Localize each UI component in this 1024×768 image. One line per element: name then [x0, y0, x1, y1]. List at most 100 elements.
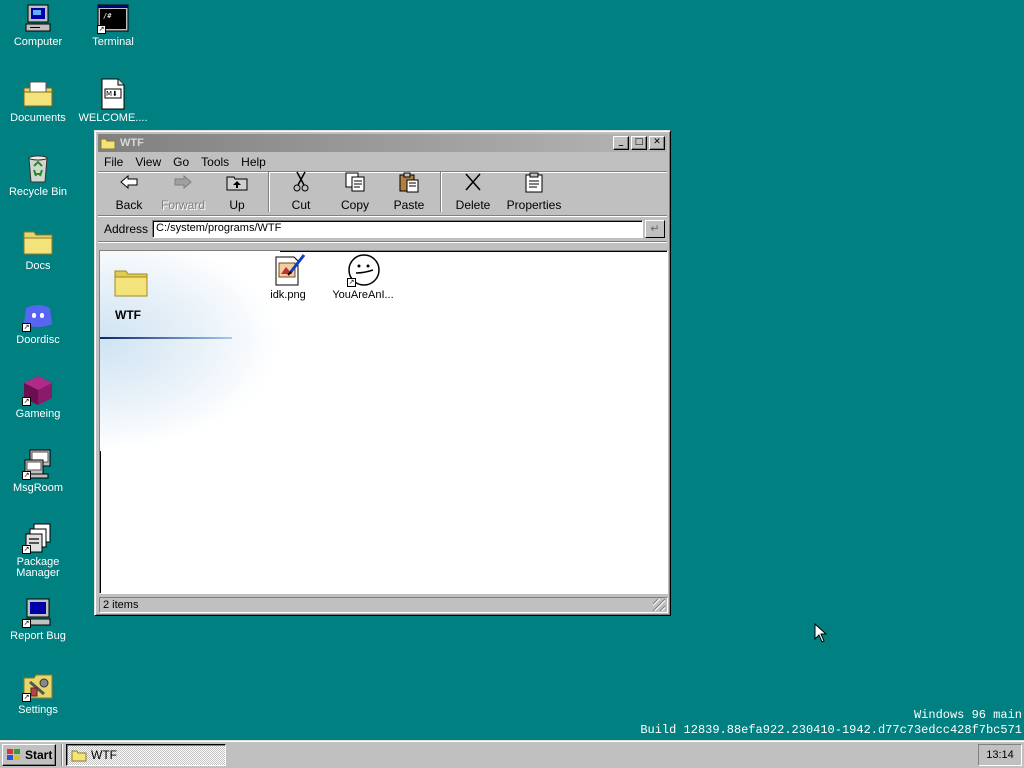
desktop-icon-doordisc[interactable]: ↗ Doordisc	[0, 300, 76, 346]
start-label: Start	[25, 747, 53, 762]
desktop-icon-gameing[interactable]: ↗ Gameing	[0, 374, 76, 420]
folder-icon	[100, 138, 116, 150]
start-button[interactable]: Start	[2, 743, 56, 766]
menu-help[interactable]: Help	[241, 155, 266, 169]
back-button[interactable]: Back	[102, 170, 156, 212]
desktop-icon-report-bug[interactable]: ↗ Report Bug	[0, 596, 76, 642]
gameing-cube-icon: ↗	[22, 374, 54, 406]
menu-bar: File View Go Tools Help	[98, 152, 667, 172]
package-manager-icon: ↗	[22, 522, 54, 554]
folder-view[interactable]: WTF idk.png ↗ YouAreAnI...	[99, 250, 668, 594]
address-label: Address	[104, 221, 149, 236]
delete-label: Delete	[455, 198, 491, 212]
desktop-icon-label: Report Bug	[10, 630, 66, 642]
folder-icon	[22, 226, 54, 258]
clock[interactable]: 13:14	[986, 749, 1014, 761]
desktop-icon-label: Package Manager	[16, 556, 60, 579]
file-item[interactable]: ↗ YouAreAnI...	[325, 253, 401, 301]
menu-file[interactable]: File	[104, 155, 123, 169]
explorer-window: WTF _ □ ✕ File View Go Tools Help Back F…	[94, 130, 671, 616]
paste-label: Paste	[393, 198, 425, 212]
desktop-icon-label: Gameing	[15, 408, 61, 420]
cut-button[interactable]: Cut	[274, 170, 328, 212]
desktop-icon-label: Terminal	[92, 36, 134, 48]
desktop-icon-label: Documents	[10, 112, 66, 124]
desktop-icon-recycle-bin[interactable]: Recycle Bin	[0, 152, 76, 198]
folder-title: WTF	[115, 308, 141, 322]
computer-icon	[22, 2, 54, 34]
msgroom-icon: ↗	[22, 448, 54, 480]
clipboard-icon	[382, 170, 436, 194]
system-tray: 13:14	[978, 743, 1022, 766]
start-logo-icon	[7, 748, 20, 760]
desktop-icon-documents[interactable]: Documents	[0, 78, 76, 124]
menu-go[interactable]: Go	[173, 155, 189, 169]
build-line-2: Build 12839.88efa922.230410-1942.d77c73e…	[640, 723, 1022, 737]
status-bar: 2 items	[99, 597, 668, 613]
minimize-button[interactable]: _	[613, 136, 629, 150]
desktop-icon-label: Docs	[25, 260, 51, 272]
properties-label: Properties	[506, 198, 562, 212]
properties-button[interactable]: Properties	[500, 170, 568, 212]
copy-label: Copy	[340, 198, 369, 212]
desktop-icon-label: Doordisc	[16, 334, 60, 346]
address-input[interactable]: C:/system/programs/WTF	[152, 219, 643, 238]
desktop-icon-label: WELCOME....	[78, 112, 148, 124]
desktop-icon-computer[interactable]: Computer	[0, 2, 76, 48]
build-watermark: Windows 96 main Build 12839.88efa922.230…	[640, 708, 1022, 738]
folder-title-divider	[100, 337, 232, 339]
folder-icon	[71, 750, 87, 761]
status-text: 2 items	[103, 599, 139, 611]
window-title: WTF	[120, 137, 144, 149]
desktop-icon-welcome[interactable]: M⬇ WELCOME....	[75, 78, 151, 124]
toolbar-separator	[440, 172, 442, 212]
up-button[interactable]: Up	[210, 170, 264, 212]
doordisc-icon: ↗	[22, 300, 54, 332]
scissors-icon	[274, 170, 328, 194]
desktop-icon-label: MsgRoom	[12, 482, 64, 494]
file-name: idk.png	[270, 289, 306, 301]
desktop-icon-settings[interactable]: ↗ Settings	[0, 670, 76, 716]
svg-text:/#: /#	[103, 12, 112, 20]
resize-grip[interactable]	[653, 599, 665, 611]
recycle-bin-icon	[22, 152, 54, 184]
desktop-icon-label: Recycle Bin	[8, 186, 68, 198]
go-button[interactable]: ↵	[645, 219, 665, 238]
taskbar: Start WTF 13:14	[0, 740, 1024, 768]
up-folder-icon	[210, 170, 264, 194]
menu-tools[interactable]: Tools	[201, 155, 229, 169]
desktop-icon-package-manager[interactable]: ↗ Package Manager	[0, 522, 76, 579]
markdown-file-icon: M⬇	[97, 78, 129, 110]
delete-button[interactable]: Delete	[446, 170, 500, 212]
settings-icon: ↗	[22, 670, 54, 702]
maximize-button[interactable]: □	[631, 136, 647, 150]
toolbar: Back Forward Up Cut Copy Paste Delete Pr…	[98, 170, 667, 216]
taskbar-window-label: WTF	[91, 747, 117, 762]
file-name: YouAreAnI...	[332, 289, 394, 301]
taskbar-separator	[61, 743, 63, 766]
window-titlebar[interactable]: WTF _ □ ✕	[98, 134, 667, 152]
terminal-icon: /# ↗	[97, 2, 129, 34]
smiley-shortcut-icon: ↗	[347, 253, 380, 287]
build-line-1: Windows 96 main	[913, 708, 1022, 722]
documents-folder-icon	[22, 78, 54, 110]
forward-label: Forward	[160, 198, 205, 212]
desktop-icon-label: Computer	[13, 36, 63, 48]
copy-button[interactable]: Copy	[328, 170, 382, 212]
taskbar-window-button[interactable]: WTF	[66, 743, 226, 766]
desktop-icon-msgroom[interactable]: ↗ MsgRoom	[0, 448, 76, 494]
close-button[interactable]: ✕	[649, 136, 665, 150]
forward-button[interactable]: Forward	[156, 170, 210, 212]
svg-text:M⬇: M⬇	[106, 90, 118, 98]
address-bar: Address C:/system/programs/WTF ↵	[98, 216, 667, 242]
toolbar-separator	[268, 172, 270, 212]
image-file-icon	[272, 253, 306, 287]
delete-x-icon	[446, 170, 500, 194]
desktop-icon-docs[interactable]: Docs	[0, 226, 76, 272]
cut-label: Cut	[291, 198, 311, 212]
paste-button[interactable]: Paste	[382, 170, 436, 212]
file-item[interactable]: idk.png	[250, 253, 326, 301]
back-label: Back	[115, 198, 143, 212]
menu-view[interactable]: View	[135, 155, 161, 169]
desktop-icon-terminal[interactable]: /# ↗ Terminal	[75, 2, 151, 48]
